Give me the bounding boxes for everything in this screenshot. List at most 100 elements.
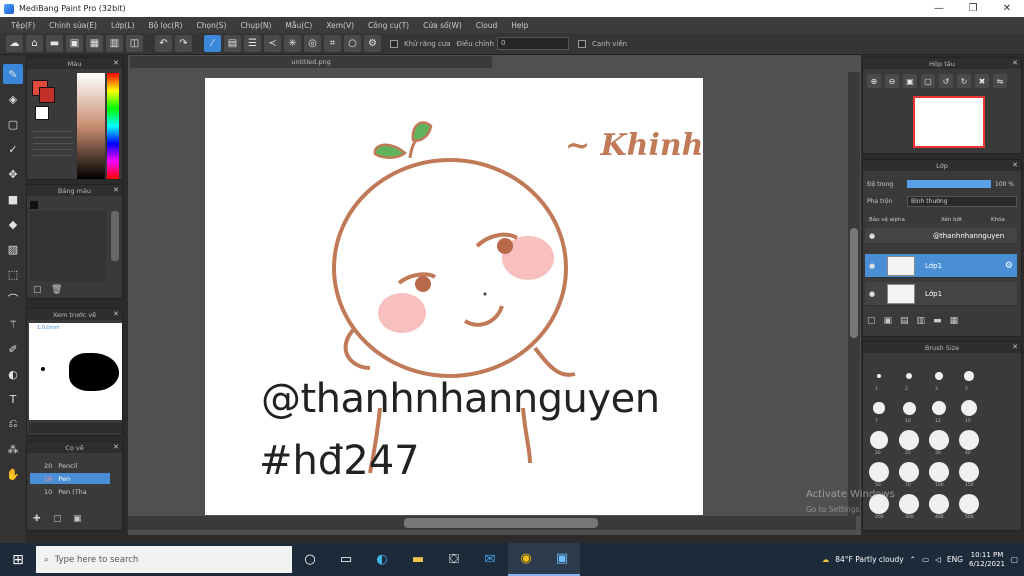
- brush-size-swatch[interactable]: [902, 401, 916, 415]
- horizontal-scrollbar[interactable]: [128, 516, 856, 530]
- brush-size-swatch[interactable]: [899, 494, 919, 514]
- menu-template[interactable]: Mẫu(C): [278, 21, 319, 30]
- menu-snap[interactable]: Chụp(N): [233, 21, 278, 30]
- select-pen-icon[interactable]: ✐: [3, 339, 23, 359]
- panel-close-icon[interactable]: ✕: [113, 186, 119, 194]
- comment-icon[interactable]: ▬: [46, 35, 63, 52]
- network-icon[interactable]: ▭: [922, 555, 929, 564]
- visibility-eye-icon[interactable]: ●: [869, 290, 877, 298]
- horizontal-scroll-thumb[interactable]: [404, 518, 598, 528]
- cloud-icon[interactable]: ☁: [6, 35, 23, 52]
- undo-icon[interactable]: ↶: [155, 35, 172, 52]
- navigator-preview[interactable]: 1.0,0mm: [29, 323, 122, 420]
- operation-tool-icon[interactable]: ⎌: [3, 414, 23, 434]
- flip-icon[interactable]: ⇋: [993, 74, 1007, 88]
- layer-type-icon[interactable]: ▥: [917, 316, 926, 326]
- fill-rect-icon[interactable]: ■: [3, 189, 23, 209]
- brush-size-swatch[interactable]: [873, 402, 885, 414]
- zoom-in-icon[interactable]: ⊕: [867, 74, 881, 88]
- actual-size-icon[interactable]: ▢: [921, 74, 935, 88]
- vertical-scroll-thumb[interactable]: [850, 228, 858, 338]
- close-button[interactable]: ✕: [990, 0, 1024, 17]
- fit-icon[interactable]: ▣: [903, 74, 917, 88]
- brush-size-swatch[interactable]: [929, 494, 949, 514]
- layer-settings-icon[interactable]: ⚙: [1005, 261, 1013, 271]
- white-swatch[interactable]: [35, 106, 49, 120]
- menu-filter[interactable]: Bộ lọc(R): [142, 21, 190, 30]
- brush-size-swatch[interactable]: [935, 372, 943, 380]
- menu-window[interactable]: Cửa sổ(W): [416, 21, 469, 30]
- bucket-tool-icon[interactable]: ◆: [3, 214, 23, 234]
- lasso-tool-icon[interactable]: ⌒: [3, 289, 23, 309]
- snap-off-icon[interactable]: ⁄: [204, 35, 221, 52]
- image-icon[interactable]: ▣: [66, 35, 83, 52]
- brush-size-swatch[interactable]: [869, 430, 889, 450]
- gradient-tool-icon[interactable]: ▨: [3, 239, 23, 259]
- duplicate-layer-icon[interactable]: ▣: [884, 316, 893, 326]
- palette-scrollbar[interactable]: [111, 211, 119, 261]
- select-tool-icon[interactable]: ✓: [3, 139, 23, 159]
- add-brush-icon[interactable]: ✚: [33, 514, 41, 524]
- merge-layer-icon[interactable]: ▤: [900, 316, 909, 326]
- settings-icon[interactable]: ⚙: [364, 35, 381, 52]
- move-tool-icon[interactable]: ✥: [3, 164, 23, 184]
- menu-edit[interactable]: Chỉnh sửa(E): [42, 21, 104, 30]
- saturation-picker[interactable]: [77, 73, 105, 179]
- zoom-out-icon[interactable]: ⊖: [885, 74, 899, 88]
- weather-icon[interactable]: ☁: [822, 555, 830, 564]
- task-view-icon[interactable]: ▭: [328, 543, 364, 576]
- brush-size-swatch[interactable]: [869, 462, 889, 482]
- snap-curve-icon[interactable]: ⌗: [324, 35, 341, 52]
- menu-file[interactable]: Tệp(F): [4, 21, 42, 30]
- medibang-icon[interactable]: ▣: [544, 543, 580, 576]
- marquee-tool-icon[interactable]: ⬚: [3, 264, 23, 284]
- brush-size-swatch[interactable]: [877, 374, 881, 378]
- taskbar-search[interactable]: ⌕ Type here to search: [36, 546, 292, 573]
- preview-thumbnail[interactable]: [913, 96, 985, 148]
- brush-size-swatch[interactable]: [929, 430, 949, 450]
- palette-swatch[interactable]: [30, 201, 38, 209]
- magic-wand-icon[interactable]: ⚚: [3, 314, 23, 334]
- menu-tools[interactable]: Công cụ(T): [361, 21, 416, 30]
- chevron-up-icon[interactable]: ⌃: [910, 555, 916, 564]
- menu-cloud[interactable]: Cloud: [469, 21, 504, 30]
- brush-size-swatch[interactable]: [899, 462, 919, 482]
- antialias-checkbox[interactable]: [390, 39, 398, 48]
- eraser-tool-icon[interactable]: ◈: [3, 89, 23, 109]
- brush-size-swatch[interactable]: [899, 430, 919, 450]
- hue-slider[interactable]: [107, 73, 119, 179]
- delete-layer-icon[interactable]: ▦: [950, 316, 959, 326]
- blend-mode-select[interactable]: Bình thường: [907, 196, 1017, 207]
- menu-help[interactable]: Help: [504, 21, 535, 30]
- home-icon[interactable]: ⌂: [26, 35, 43, 52]
- snap-radial-icon[interactable]: ✳: [284, 35, 301, 52]
- document-tab[interactable]: untitled.png: [130, 56, 492, 68]
- snap-grid-icon[interactable]: ▤: [224, 35, 241, 52]
- copy-brush-icon[interactable]: ▢: [53, 514, 62, 524]
- eyedropper-tool-icon[interactable]: ⁂: [3, 439, 23, 459]
- brush-size-swatch[interactable]: [906, 373, 912, 379]
- reset-icon[interactable]: ✖: [975, 74, 989, 88]
- brush-size-swatch[interactable]: [959, 430, 979, 450]
- maximize-button[interactable]: ❐: [956, 0, 990, 17]
- panel-close-icon[interactable]: ✕: [113, 443, 119, 451]
- panel-close-icon[interactable]: ✕: [1012, 59, 1018, 67]
- weather-text[interactable]: 84°F Partly cloudy: [835, 555, 903, 564]
- layer-row[interactable]: ● @thanhnhannguyen: [865, 228, 1017, 244]
- minimize-button[interactable]: —: [922, 0, 956, 17]
- grid-icon[interactable]: ▦: [86, 35, 103, 52]
- adjust-select[interactable]: 0: [497, 37, 569, 50]
- visibility-eye-icon[interactable]: ●: [869, 262, 877, 270]
- snap-circle-icon[interactable]: ◎: [304, 35, 321, 52]
- chrome-icon[interactable]: ◉: [508, 543, 544, 576]
- protect-alpha-checkbox[interactable]: Bảo vệ alpha: [869, 217, 905, 223]
- layer-row[interactable]: ● Lớp1: [865, 282, 1017, 306]
- crop-icon[interactable]: ◫: [126, 35, 143, 52]
- clipping-checkbox[interactable]: Xén bớt: [941, 217, 962, 223]
- cortana-icon[interactable]: ○: [292, 543, 328, 576]
- menu-view[interactable]: Xem(V): [319, 21, 361, 30]
- store-icon[interactable]: ⛋: [436, 543, 472, 576]
- rotate-right-icon[interactable]: ↻: [957, 74, 971, 88]
- brush-row-pen-thin[interactable]: 10 Pen (Tha: [30, 486, 110, 497]
- snap-perspective-icon[interactable]: ≺: [264, 35, 281, 52]
